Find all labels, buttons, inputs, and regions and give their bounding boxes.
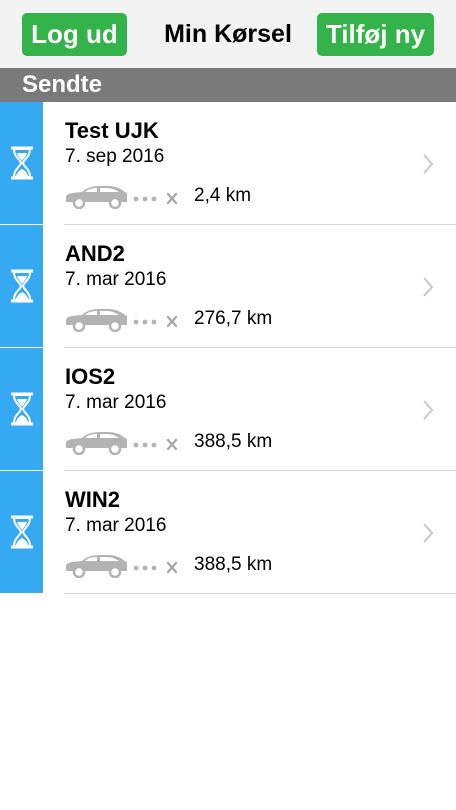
hourglass-icon (10, 392, 33, 426)
car-icon (66, 555, 178, 578)
top-bar: Log ud Min Kørsel Tilføj ny (0, 0, 456, 68)
add-new-button[interactable]: Tilføj ny (317, 13, 434, 56)
status-indicator (0, 102, 43, 224)
section-header-sent: Sendte (0, 68, 456, 102)
trip-distance: 276,7 km (194, 308, 273, 329)
page-title: Min Kørsel (164, 20, 292, 48)
trip-date: 7. mar 2016 (65, 269, 167, 290)
status-indicator (0, 348, 43, 470)
trip-date: 7. mar 2016 (65, 392, 167, 413)
chevron-right-icon (423, 523, 434, 543)
car-icon (66, 186, 178, 209)
hourglass-icon (10, 269, 33, 303)
trip-distance: 388,5 km (194, 431, 273, 452)
trip-list: Test UJK 7. sep 2016 2,4 km AND2 7. mar … (0, 102, 456, 594)
hourglass-icon (10, 515, 33, 549)
row-divider (64, 593, 456, 594)
hourglass-icon (10, 146, 33, 180)
car-icon (66, 432, 178, 455)
chevron-right-icon (423, 277, 434, 297)
chevron-right-icon (423, 400, 434, 420)
trip-row[interactable]: AND2 7. mar 2016 276,7 km (0, 225, 456, 348)
trip-distance: 388,5 km (194, 554, 273, 575)
trip-row[interactable]: Test UJK 7. sep 2016 2,4 km (0, 102, 456, 225)
trip-name: Test UJK (65, 118, 159, 143)
trip-name: AND2 (65, 241, 125, 266)
status-indicator (0, 225, 43, 347)
chevron-right-icon (423, 154, 434, 174)
logout-button[interactable]: Log ud (22, 13, 127, 56)
trip-row[interactable]: IOS2 7. mar 2016 388,5 km (0, 348, 456, 471)
trip-name: WIN2 (65, 487, 120, 512)
trip-distance: 2,4 km (194, 185, 252, 206)
trip-date: 7. sep 2016 (65, 146, 165, 167)
trip-date: 7. mar 2016 (65, 515, 167, 536)
status-indicator (0, 471, 43, 593)
trip-row[interactable]: WIN2 7. mar 2016 388,5 km (0, 471, 456, 594)
car-icon (66, 309, 178, 332)
trip-name: IOS2 (65, 364, 116, 389)
